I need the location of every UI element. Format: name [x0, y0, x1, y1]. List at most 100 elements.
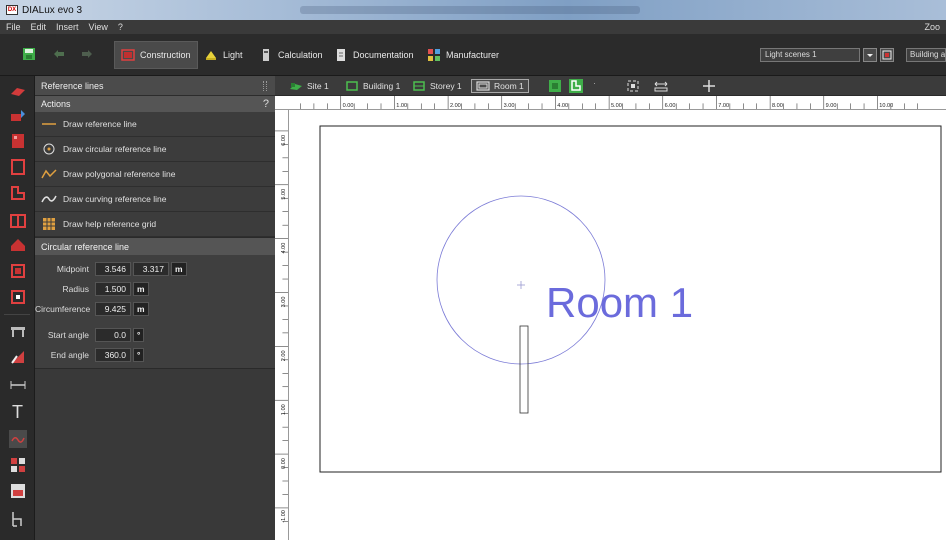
start-angle-field[interactable]: 0.0 [95, 328, 131, 342]
light-scenes-dropdown-button[interactable] [863, 48, 877, 62]
hierarchy-tool-icon[interactable] [9, 510, 27, 528]
action-label: Draw help reference grid [63, 219, 157, 229]
circular-reference-line-header: Circular reference line [35, 237, 275, 255]
circle-midpoint-marker[interactable] [517, 281, 525, 289]
reference-line-tool-icon[interactable] [9, 430, 27, 448]
roof-tool-icon[interactable] [9, 236, 27, 254]
building-icon [346, 81, 358, 91]
door-tool-icon[interactable] [9, 262, 27, 280]
ruler-label: 0.00 [281, 458, 287, 469]
midpoint-x-field[interactable]: 3.546 [95, 262, 131, 276]
ruler-label: 1.00 [396, 103, 407, 109]
breadcrumb-site[interactable]: Site 1 [289, 79, 329, 93]
storey-tool-icon[interactable] [9, 158, 27, 176]
action-draw-help-reference-grid[interactable]: Draw help reference grid [35, 212, 275, 237]
start-angle-row: Start angle 0.0 ° [35, 325, 275, 345]
polygon-line-icon [41, 169, 57, 179]
calculation-icon [263, 49, 269, 61]
tab-light[interactable]: Light [204, 41, 243, 69]
grid-tool-icon[interactable] [9, 456, 27, 474]
menu-help[interactable]: ? [118, 22, 123, 32]
horizontal-ruler: 0.00 1.00 2.00 3.00 4.00 5.00 6.00 7.00 8.00 9.00… [275, 96, 946, 110]
tab-light-label: Light [223, 50, 243, 60]
material-tool-icon[interactable] [9, 348, 27, 366]
action-draw-curving-reference-line[interactable]: Draw curving reference line [35, 187, 275, 212]
ruler-label: 6.00 [281, 135, 287, 146]
action-label: Draw circular reference line [63, 144, 167, 154]
move-icon[interactable] [701, 78, 717, 94]
ruler-label: 0.00 [343, 103, 354, 109]
room-tool-icon[interactable] [9, 184, 27, 202]
end-angle-label: End angle [50, 350, 89, 360]
construction-icon [121, 49, 135, 61]
building-select[interactable]: Building a [906, 48, 946, 62]
action-draw-circular-reference-line[interactable]: Draw circular reference line [35, 137, 275, 162]
menu-edit[interactable]: Edit [31, 22, 47, 32]
properties-section: Midpoint 3.546 3.317 m Radius 1.500 m Ci… [35, 255, 275, 375]
ruler-label: 3.00 [281, 297, 287, 308]
ruler-label: 5.00 [611, 103, 622, 109]
menu-file[interactable]: File [6, 22, 21, 32]
end-angle-row: End angle 360.0 ° [35, 345, 275, 365]
tab-documentation[interactable]: Documentation [334, 41, 414, 69]
svg-text:T: T [12, 402, 23, 420]
room-icon [476, 81, 490, 91]
ruler-label: 2.00 [450, 103, 461, 109]
view-2d-icon[interactable] [568, 78, 584, 94]
ruler-label: 7.00 [718, 103, 729, 109]
midpoint-y-field[interactable]: 3.317 [133, 262, 169, 276]
breadcrumb-building[interactable]: Building 1 [345, 79, 400, 93]
site-icon [290, 83, 302, 90]
breadcrumb-room[interactable]: Room 1 [471, 79, 529, 93]
panel-grip-handle[interactable] [263, 81, 267, 91]
circumference-row: Circumference 9.425 m [35, 299, 275, 319]
radius-field[interactable]: 1.500 [95, 282, 131, 296]
blurred-title-text [300, 6, 640, 14]
light-scenes-select[interactable]: Light scenes 1 [760, 48, 860, 62]
menu-bar: File Edit Insert View ? Zoo [0, 20, 946, 34]
building-tool-icon[interactable] [9, 132, 27, 150]
terrain-tool-icon[interactable] [9, 106, 27, 124]
action-draw-reference-line[interactable]: Draw reference line [35, 112, 275, 137]
actions-header: Actions ? [35, 96, 275, 112]
dimension-tool-icon[interactable] [9, 376, 27, 394]
circumference-field[interactable]: 9.425 [95, 302, 131, 316]
radius-label: Radius [62, 284, 89, 294]
tab-construction[interactable]: Construction [114, 41, 198, 69]
view-3d-icon[interactable] [547, 78, 563, 94]
measure-icon[interactable] [653, 78, 669, 94]
start-angle-label: Start angle [47, 330, 89, 340]
save-icon[interactable] [22, 47, 36, 61]
site-tool-icon[interactable] [9, 82, 27, 100]
help-icon[interactable]: ? [263, 98, 269, 110]
wall-tool-icon[interactable] [9, 212, 27, 230]
undo-icon[interactable] [52, 47, 66, 61]
furniture-tool-icon[interactable] [9, 322, 27, 340]
light-scenes-edit-button[interactable] [880, 48, 894, 62]
manufacturer-icon [428, 49, 440, 61]
tab-calculation[interactable]: Calculation [259, 41, 323, 69]
tab-manufacturer[interactable]: Manufacturer [427, 41, 499, 69]
redo-icon[interactable] [80, 47, 94, 61]
action-draw-polygonal-reference-line[interactable]: Draw polygonal reference line [35, 162, 275, 187]
title-bar: DX DIALux evo 3 [0, 0, 946, 20]
scene-editor-icon [882, 50, 892, 60]
panel-empty-area [35, 368, 275, 540]
text-tool-icon[interactable]: T [9, 402, 27, 420]
column-object[interactable] [519, 325, 529, 414]
unit-label: ° [133, 328, 145, 342]
breadcrumb-label: Building 1 [363, 81, 401, 91]
ruler-label: 8.00 [772, 103, 783, 109]
drawing-canvas[interactable]: Room 1 [289, 110, 946, 540]
zoom-extents-icon[interactable] [625, 78, 641, 94]
breadcrumb-storey[interactable]: Storey 1 [412, 79, 462, 93]
ruler-label: 3.00 [504, 103, 515, 109]
end-angle-field[interactable]: 360.0 [95, 348, 131, 362]
menu-zoom[interactable]: Zoo [924, 22, 940, 32]
breadcrumb-label: Room 1 [494, 81, 524, 91]
calculation-surface-icon[interactable] [9, 482, 27, 500]
menu-view[interactable]: View [89, 22, 108, 32]
menu-insert[interactable]: Insert [56, 22, 79, 32]
window-tool-icon[interactable] [9, 288, 27, 306]
straight-line-icon [42, 123, 56, 125]
